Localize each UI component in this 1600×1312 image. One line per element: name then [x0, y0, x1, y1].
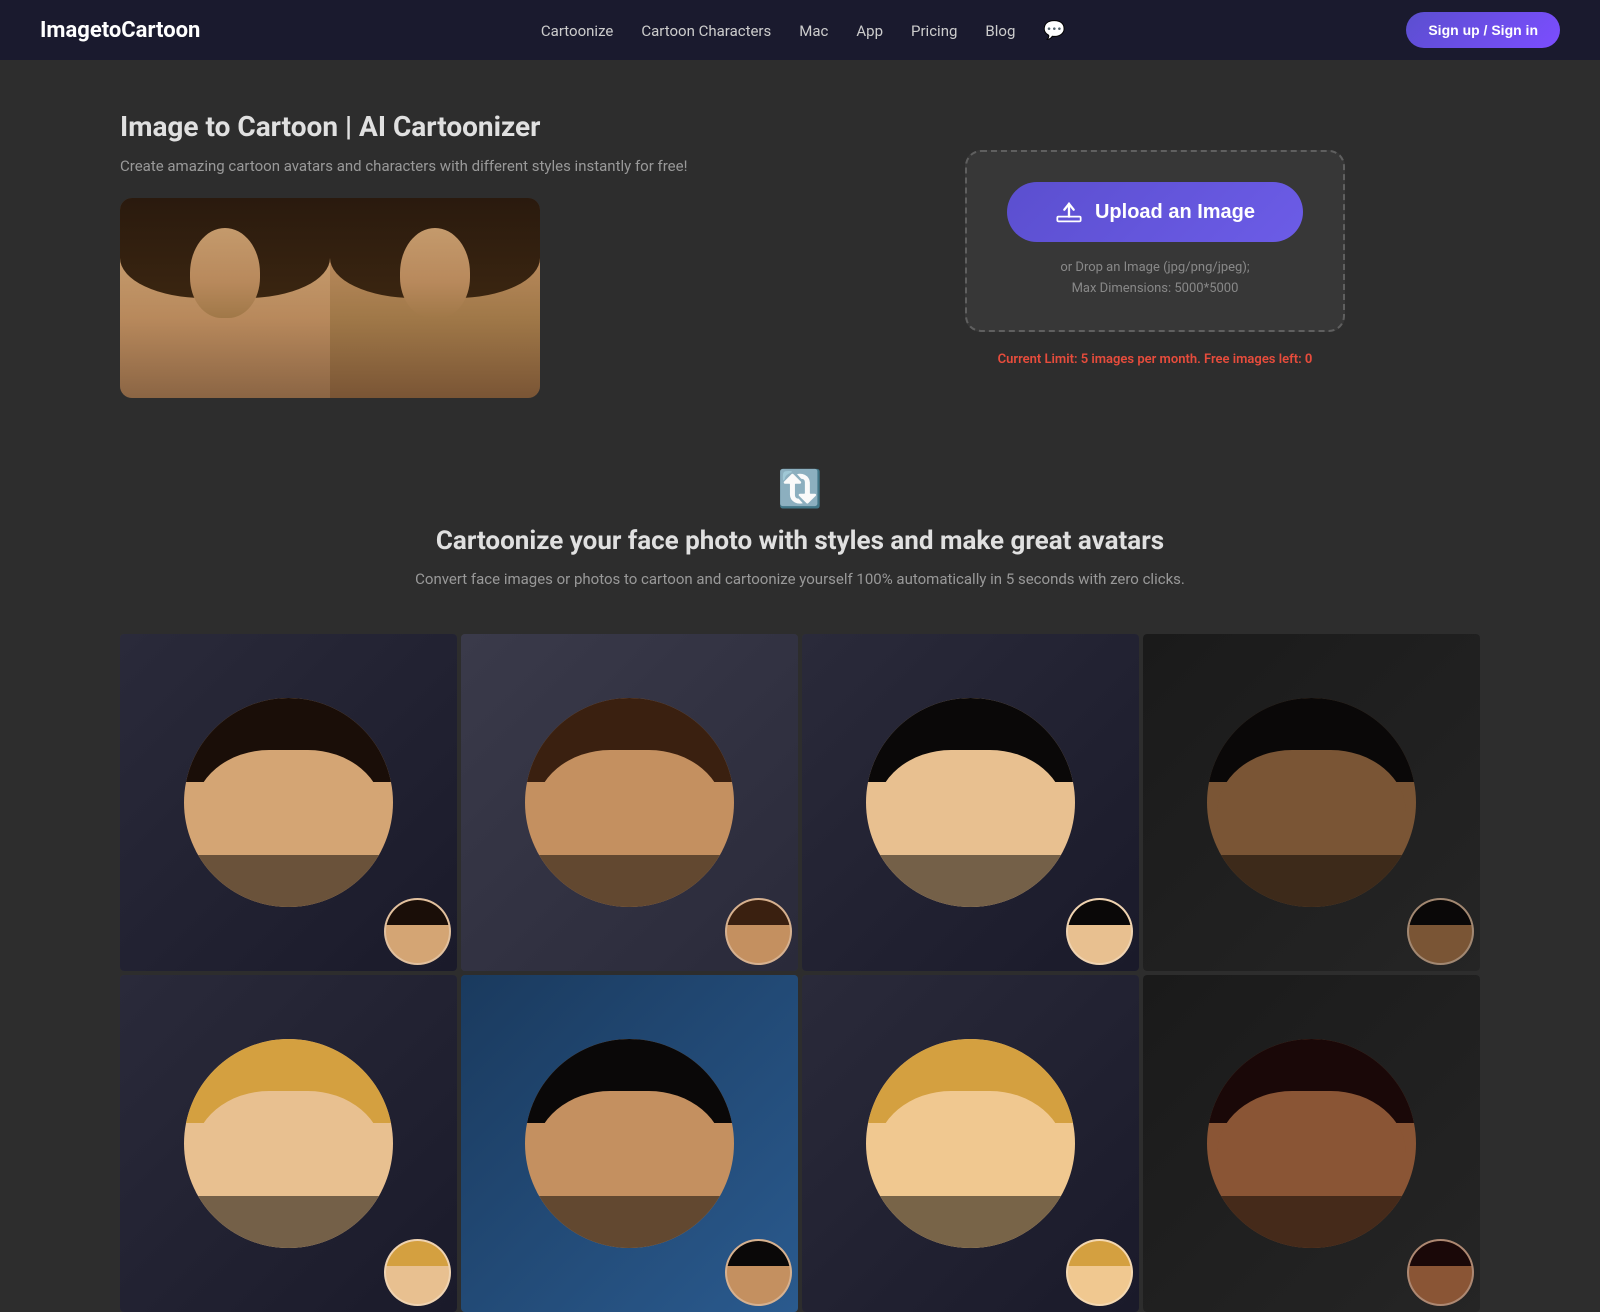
- face-overlay-2: [400, 228, 470, 318]
- cartoon-container: [1143, 975, 1480, 1312]
- cartoon-container: [120, 634, 457, 971]
- small-hair: [1068, 1241, 1131, 1266]
- section-heading: Cartoonize your face photo with styles a…: [120, 526, 1480, 556]
- cartoon-container: [802, 975, 1139, 1312]
- face-photo-2: [330, 198, 540, 398]
- small-thumbnail: [725, 898, 792, 965]
- small-hair: [1068, 900, 1131, 925]
- nav-links: Cartoonize Cartoon Characters Mac App Pr…: [541, 20, 1066, 41]
- small-hair: [1409, 900, 1472, 925]
- nav-mac[interactable]: Mac: [799, 22, 828, 40]
- cartoon-face-circle: [866, 698, 1075, 907]
- small-thumbnail: [725, 1239, 792, 1306]
- upload-area[interactable]: Upload an Image or Drop an Image (jpg/pn…: [965, 150, 1345, 332]
- cartoon-face-circle: [1207, 698, 1416, 907]
- cartoon-face-circle: [184, 1039, 393, 1248]
- section-description: Convert face images or photos to cartoon…: [120, 568, 1480, 591]
- nav-cartoonize[interactable]: Cartoonize: [541, 22, 613, 40]
- gallery-item[interactable]: [1143, 975, 1480, 1312]
- gallery-item[interactable]: [1143, 634, 1480, 971]
- small-hair: [727, 1241, 790, 1266]
- gallery-item[interactable]: [802, 975, 1139, 1312]
- cartoon-container: [461, 975, 798, 1312]
- face-photo-1: [120, 198, 330, 398]
- cartoon-clothes: [1207, 1196, 1416, 1248]
- nav-pricing[interactable]: Pricing: [911, 22, 957, 40]
- gallery-item[interactable]: [120, 634, 457, 971]
- cartoon-face-circle: [525, 698, 734, 907]
- hero-description: Create amazing cartoon avatars and chara…: [120, 155, 770, 178]
- small-hair: [1409, 1241, 1472, 1266]
- chat-icon[interactable]: 💬: [1043, 20, 1065, 41]
- signup-button[interactable]: Sign up / Sign in: [1406, 12, 1560, 48]
- navbar: ImagetoCartoon Cartoonize Cartoon Charac…: [0, 0, 1600, 60]
- site-logo[interactable]: ImagetoCartoon: [40, 18, 200, 43]
- cartoon-clothes: [525, 1196, 734, 1248]
- nav-blog[interactable]: Blog: [985, 22, 1015, 40]
- cartoon-clothes: [184, 855, 393, 907]
- nav-cartoon-characters[interactable]: Cartoon Characters: [641, 22, 771, 40]
- small-hair: [386, 1241, 449, 1266]
- upload-button[interactable]: Upload an Image: [1007, 182, 1303, 242]
- gallery-item[interactable]: [461, 634, 798, 971]
- limit-text: Current Limit: 5 images per month. Free …: [998, 352, 1313, 367]
- hero-left: Image to Cartoon | AI Cartoonizer Create…: [120, 110, 770, 398]
- gallery-grid: [0, 634, 1600, 1312]
- small-hair: [727, 900, 790, 925]
- face-overlay-1: [190, 228, 260, 318]
- cartoon-face-circle: [525, 1039, 734, 1248]
- upload-hint: or Drop an Image (jpg/png/jpeg); Max Dim…: [1007, 258, 1303, 300]
- small-thumbnail: [1066, 898, 1133, 965]
- hero-right: Upload an Image or Drop an Image (jpg/pn…: [830, 110, 1480, 367]
- cartoon-clothes: [866, 1196, 1075, 1248]
- cartoon-clothes: [866, 855, 1075, 907]
- hero-image-pair: [120, 198, 540, 398]
- cartoon-face-circle: [184, 698, 393, 907]
- nav-app[interactable]: App: [856, 22, 883, 40]
- upload-button-label: Upload an Image: [1095, 201, 1255, 224]
- cartoon-container: [1143, 634, 1480, 971]
- hero-title: Image to Cartoon | AI Cartoonizer: [120, 110, 770, 143]
- hero-section: Image to Cartoon | AI Cartoonizer Create…: [0, 60, 1600, 438]
- gallery-item[interactable]: [461, 975, 798, 1312]
- small-thumbnail: [1066, 1239, 1133, 1306]
- free-images-count: 0: [1305, 352, 1312, 367]
- cartoon-container: [120, 975, 457, 1312]
- cartoon-face-circle: [1207, 1039, 1416, 1248]
- small-thumbnail: [384, 898, 451, 965]
- cartoon-face-circle: [866, 1039, 1075, 1248]
- cartoon-clothes: [525, 855, 734, 907]
- gallery-item[interactable]: [802, 634, 1139, 971]
- small-hair: [386, 900, 449, 925]
- small-thumbnail: [1407, 1239, 1474, 1306]
- cartoon-clothes: [1207, 855, 1416, 907]
- cartoon-container: [461, 634, 798, 971]
- upload-icon: [1055, 198, 1083, 226]
- small-thumbnail: [1407, 898, 1474, 965]
- gallery-item[interactable]: [120, 975, 457, 1312]
- cartoon-container: [802, 634, 1139, 971]
- middle-section: 🔃 Cartoonize your face photo with styles…: [0, 438, 1600, 635]
- small-thumbnail: [384, 1239, 451, 1306]
- cartoon-clothes: [184, 1196, 393, 1248]
- spinner-icon: 🔃: [120, 468, 1480, 510]
